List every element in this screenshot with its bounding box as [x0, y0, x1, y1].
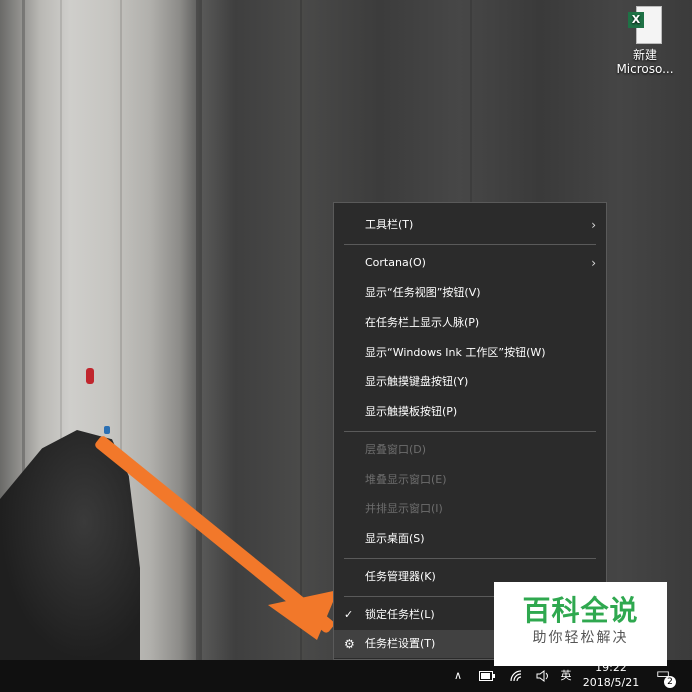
menu-separator	[344, 431, 596, 432]
excel-file-icon: X	[628, 6, 662, 44]
menu-item-show-desktop[interactable]: 显示桌面(S)	[334, 525, 606, 553]
menu-item-label: 在任务栏上显示人脉(P)	[365, 316, 480, 329]
desktop-icon-label-line1: 新建	[632, 48, 657, 62]
menu-item-label: 显示桌面(S)	[365, 532, 425, 545]
menu-item-label: 工具栏(T)	[365, 218, 414, 231]
watermark-title: 百科全说	[522, 594, 639, 627]
menu-item-label: 层叠窗口(D)	[365, 443, 427, 456]
menu-item-cascade-windows: 层叠窗口(D)	[334, 436, 606, 464]
menu-item-label: 锁定任务栏(L)	[365, 608, 435, 621]
menu-item-show-touch-keyboard[interactable]: 显示触摸键盘按钮(Y)	[334, 368, 606, 396]
checkmark-icon: ✓	[344, 608, 354, 621]
menu-item-show-people[interactable]: 在任务栏上显示人脉(P)	[334, 309, 606, 337]
menu-item-label: 任务栏设置(T)	[365, 637, 436, 650]
chevron-right-icon: ›	[591, 218, 596, 232]
menu-item-label: 并排显示窗口(I)	[365, 502, 443, 515]
menu-item-label: 堆叠显示窗口(E)	[365, 473, 447, 486]
excel-badge: X	[628, 12, 644, 28]
clock-date: 2018/5/21	[582, 676, 640, 689]
menu-item-label: 任务管理器(K)	[365, 570, 436, 583]
notification-icon[interactable]: ▭ 2	[652, 664, 676, 688]
watermark-logo: 百科全说 助你轻松解决	[494, 582, 667, 666]
menu-item-show-task-view[interactable]: 显示“任务视图”按钮(V)	[334, 279, 606, 307]
desktop-wallpaper: X 新建 Microso... 工具栏(T) › Cortana(O) › 显示…	[0, 0, 692, 692]
menu-item-side-by-side-windows: 并排显示窗口(I)	[334, 495, 606, 523]
menu-separator	[344, 558, 596, 559]
menu-item-show-windows-ink[interactable]: 显示“Windows Ink 工作区”按钮(W)	[334, 339, 606, 367]
notification-count-badge: 2	[664, 676, 676, 688]
menu-item-label: 显示触摸板按钮(P)	[365, 405, 458, 418]
wallpaper-climber	[86, 368, 94, 384]
menu-item-cortana[interactable]: Cortana(O) ›	[334, 249, 606, 277]
menu-item-show-touchpad[interactable]: 显示触摸板按钮(P)	[334, 398, 606, 426]
desktop-file-icon[interactable]: X 新建 Microso...	[612, 6, 678, 76]
menu-item-label: Cortana(O)	[365, 256, 426, 269]
chevron-up-icon[interactable]: ∧	[450, 660, 466, 692]
menu-item-label: 显示“任务视图”按钮(V)	[365, 286, 481, 299]
wallpaper-streak	[196, 0, 202, 692]
watermark-subtitle: 助你轻松解决	[532, 630, 629, 646]
gear-icon: ⚙	[344, 637, 355, 651]
desktop-icon-label-line2: Microso...	[616, 62, 674, 76]
menu-separator	[344, 244, 596, 245]
menu-item-label: 显示触摸键盘按钮(Y)	[365, 375, 469, 388]
chevron-right-icon: ›	[591, 256, 596, 270]
wallpaper-climber	[104, 426, 110, 434]
menu-item-stack-windows: 堆叠显示窗口(E)	[334, 466, 606, 494]
menu-item-label: 显示“Windows Ink 工作区”按钮(W)	[365, 346, 546, 359]
menu-item-toolbars[interactable]: 工具栏(T) ›	[334, 211, 606, 239]
wallpaper-streak	[300, 0, 302, 692]
